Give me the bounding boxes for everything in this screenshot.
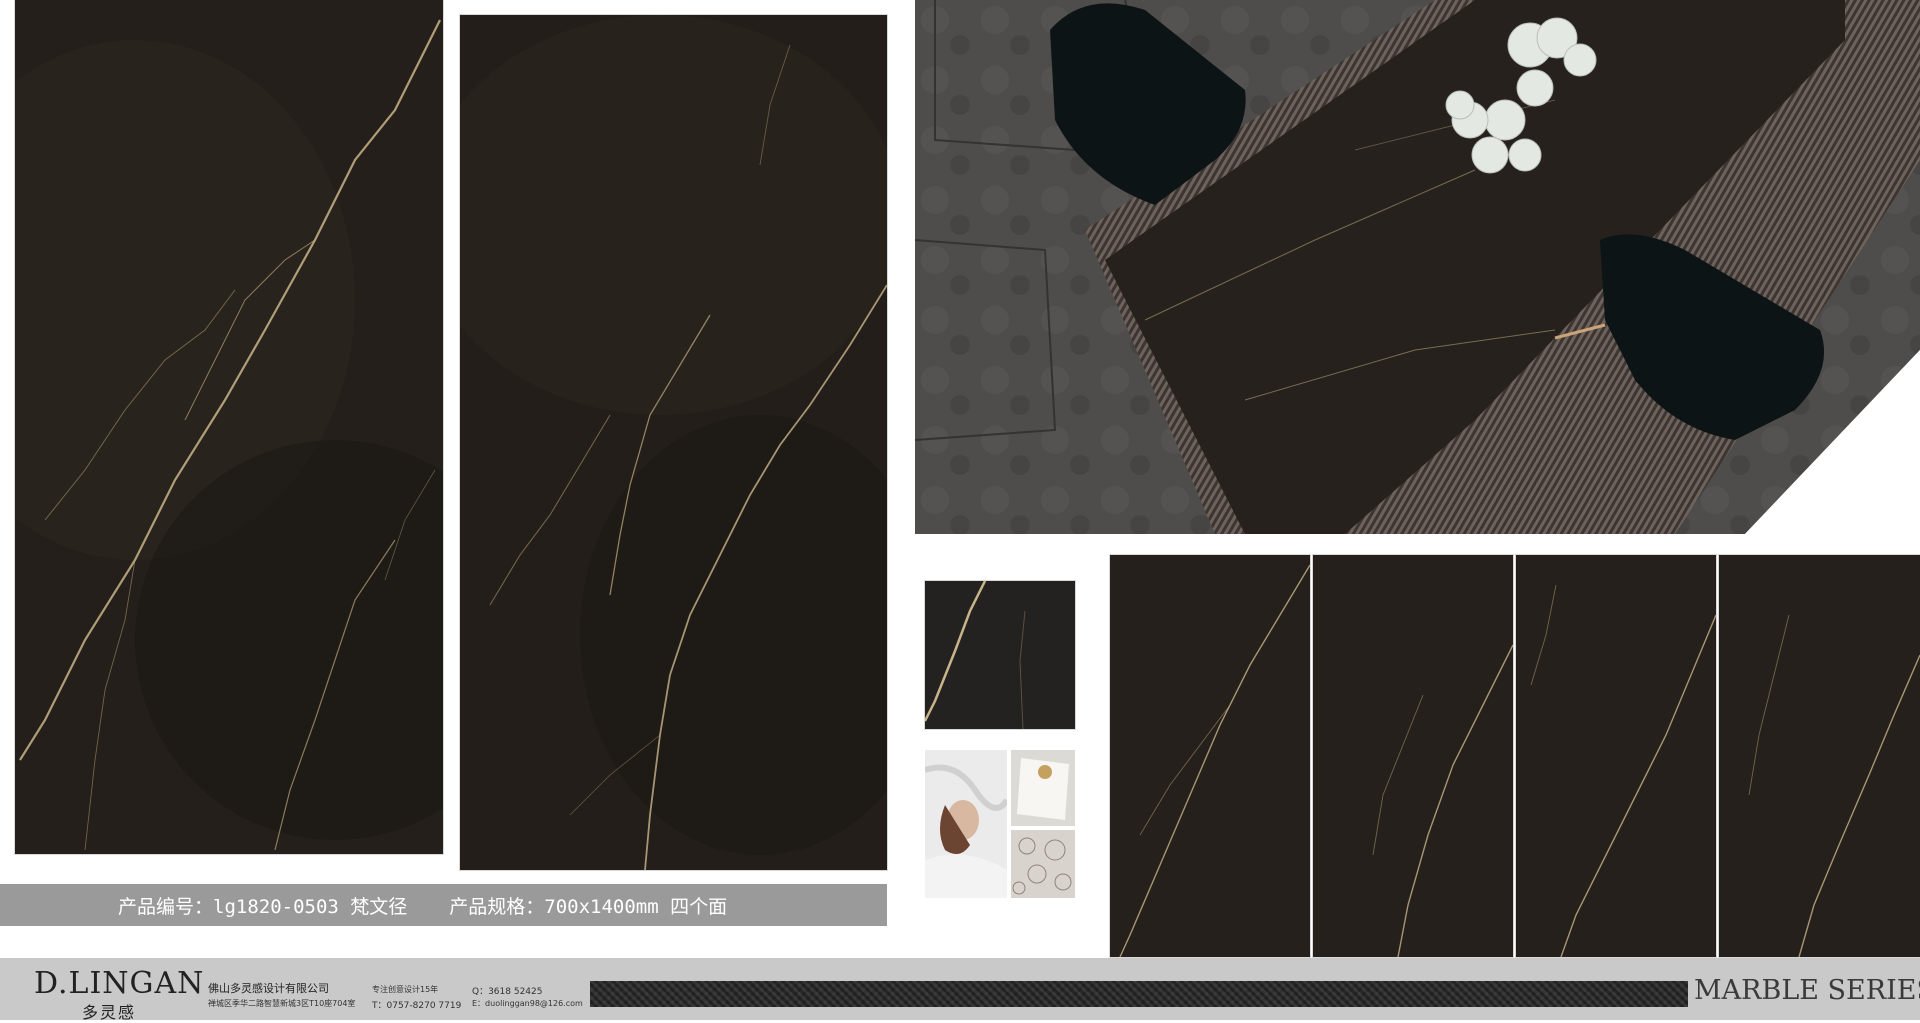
mood-image-seal — [1011, 750, 1075, 826]
series-label: MARBLE SERIES — [1694, 975, 1920, 1006]
company-slogan: 专注创意设计15年 — [372, 985, 439, 994]
company-name: 佛山多灵感设计有限公司 — [208, 982, 329, 995]
product-spec: 产品规格：700x1400mm 四个面 — [449, 895, 728, 918]
brand-logo-en: D.LINGAN — [34, 966, 205, 1001]
decorative-pattern-band — [590, 981, 1688, 1007]
marble-slab-panel-4 — [1719, 555, 1920, 957]
company-qq: Q：3618 52425 — [472, 987, 543, 997]
product-code: 产品编号：lg1820-0503 梵文径 — [118, 895, 408, 918]
company-address: 禅城区季华二路智慧新城3区T10座704室 — [208, 999, 356, 1008]
marble-slab-panel-1 — [1110, 555, 1310, 957]
room-scene-image — [915, 0, 1920, 534]
mood-image-portrait — [925, 750, 1007, 898]
mood-image-lace — [1011, 830, 1075, 898]
brand-logo-cn: 多灵感 — [82, 1003, 137, 1022]
company-tel: T：0757-8270 7719 — [372, 1001, 462, 1011]
marble-slab-large-2 — [460, 15, 887, 870]
marble-swatch-small — [925, 581, 1075, 729]
marble-slab-panel-3 — [1516, 555, 1716, 957]
company-email: E：duolinggan98@126.com — [472, 999, 583, 1008]
marble-slab-large-1 — [15, 0, 443, 854]
marble-slab-panel-2 — [1313, 555, 1513, 957]
product-info-bar: 产品编号：lg1820-0503 梵文径 产品规格：700x1400mm 四个面 — [0, 884, 887, 926]
